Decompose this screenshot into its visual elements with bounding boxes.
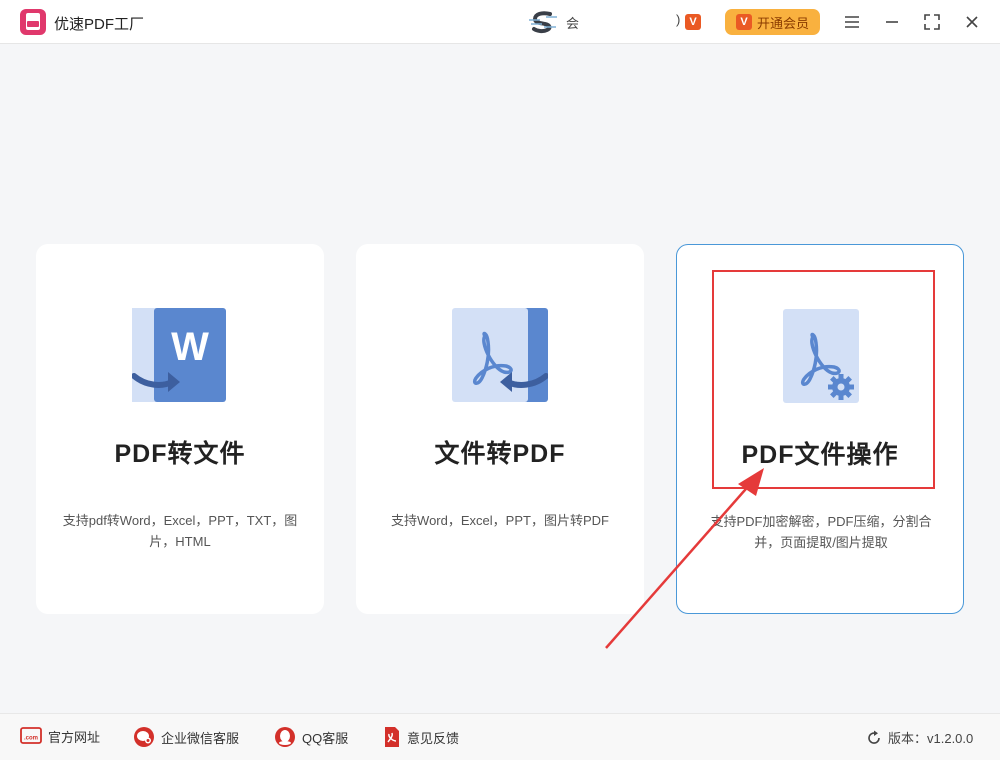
card-file-to-pdf[interactable]: 文件转PDF 支持Word，Excel，PPT，图片转PDF (356, 244, 644, 614)
version-info: 版本：v1.2.0.0 (866, 728, 973, 747)
card-pdf-operations[interactable]: PDF文件操作 支持PDF加密解密，PDF压缩，分割合并，页面提取/图片提取 (676, 244, 964, 614)
card-title: PDF转文件 (114, 440, 246, 468)
card-description: 支持Word，Excel，PPT，图片转PDF (391, 513, 609, 528)
word-badge-letter: W (171, 325, 209, 369)
pdf-to-word-icon: W (132, 308, 226, 402)
maximize-icon[interactable] (921, 11, 943, 33)
user-paren-text: ) (676, 12, 681, 27)
feedback-icon (385, 727, 399, 747)
card-pdf-to-file[interactable]: W PDF转文件 支持pdf转Word，Excel，PPT，TXT，图片，HTM… (36, 244, 324, 614)
menu-icon[interactable] (841, 11, 863, 33)
title-bar: 优速PDF工厂 会 ) V V 开通会员 (0, 0, 1000, 44)
wecom-support-link[interactable]: 企业微信客服 (133, 726, 239, 748)
card-title: PDF文件操作 (741, 441, 899, 469)
vip-badge-icon: V (685, 14, 701, 30)
open-membership-button[interactable]: V 开通会员 (725, 9, 820, 35)
open-membership-label: 开通会员 (756, 15, 809, 31)
refresh-icon[interactable] (866, 730, 882, 746)
card-title: 文件转PDF (434, 440, 566, 468)
footer-bar: .com 官方网址 企业微信客服 QQ客服 意见反馈 版本：v1.2.0.0 (0, 713, 1000, 760)
official-website-label: 官方网址 (48, 729, 101, 745)
file-to-pdf-icon (452, 308, 548, 402)
wecom-support-label: 企业微信客服 (161, 730, 240, 746)
card-description: 支持PDF加密解密，PDF压缩，分割合并，页面提取/图片提取 (710, 514, 932, 550)
qq-support-label: QQ客服 (302, 730, 349, 746)
user-name-text: 会 (566, 16, 580, 31)
minimize-icon[interactable] (881, 11, 903, 33)
official-website-link[interactable]: .com 官方网址 (20, 726, 100, 746)
close-icon[interactable] (961, 11, 983, 33)
card-description: 支持pdf转Word，Excel，PPT，TXT，图片，HTML (62, 513, 298, 549)
website-icon-text: .com (24, 736, 38, 742)
wecom-icon (134, 727, 154, 747)
version-label: 版本：v1.2.0.0 (888, 731, 974, 746)
pdf-settings-icon (783, 309, 859, 403)
feedback-link[interactable]: 意见反馈 (383, 726, 459, 748)
feedback-label: 意见反馈 (407, 730, 460, 746)
qq-support-link[interactable]: QQ客服 (274, 726, 348, 748)
website-icon: .com (20, 727, 42, 744)
qq-icon (275, 727, 295, 747)
app-title: 优速PDF工厂 (54, 16, 145, 33)
app-logo-icon (20, 9, 46, 35)
vip-icon: V (735, 14, 752, 30)
user-avatar-logo-icon (529, 11, 557, 34)
